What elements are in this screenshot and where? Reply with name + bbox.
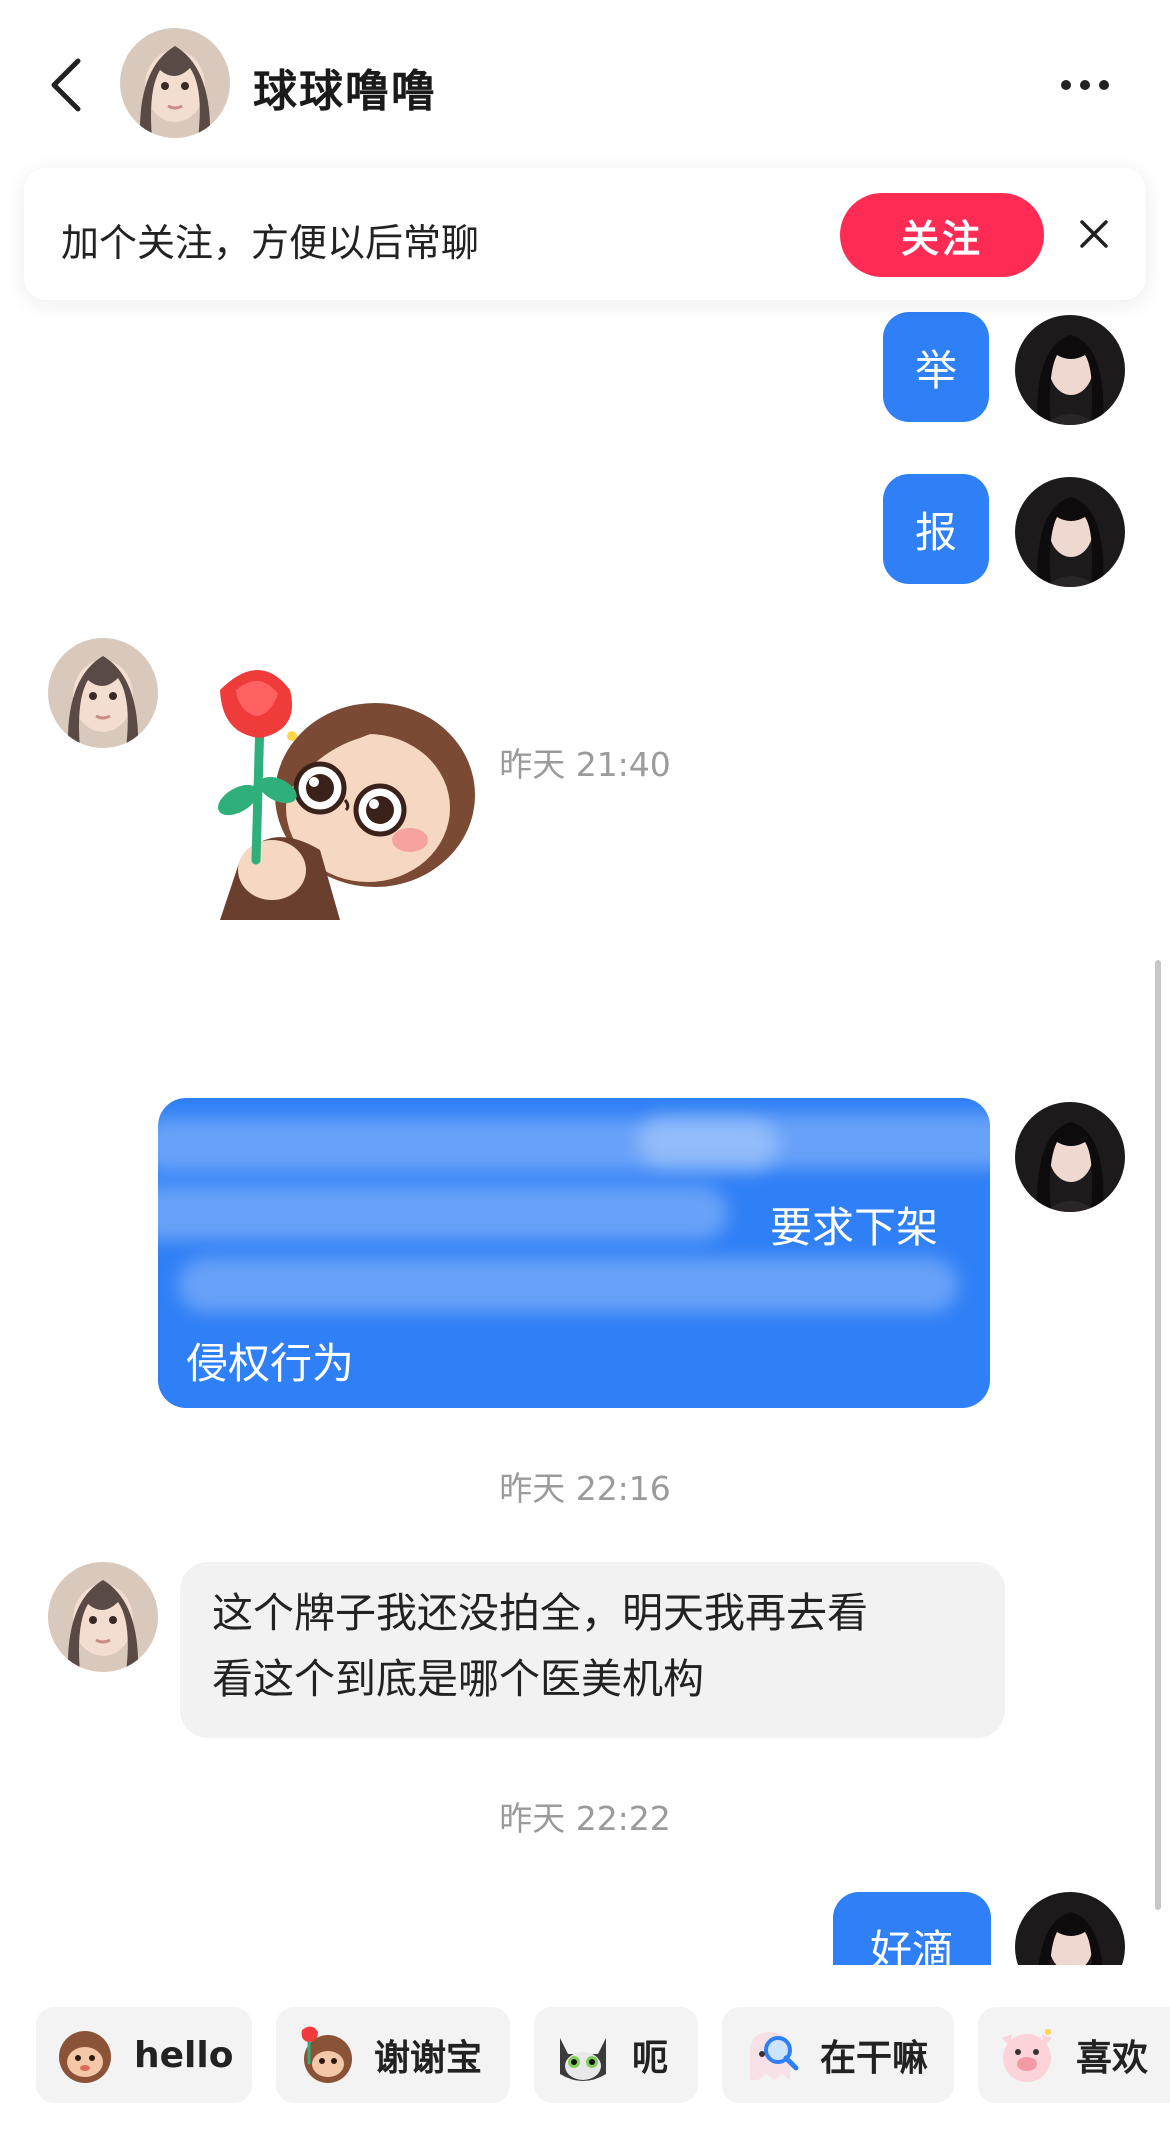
blurred-text (158, 1186, 728, 1240)
cat-icon (560, 2038, 606, 2081)
message-text: 好滴 (869, 1925, 954, 1966)
my-avatar[interactable] (1015, 477, 1125, 587)
more-dots-icon (1061, 80, 1109, 90)
message-text: 举 (914, 345, 957, 395)
close-banner-button[interactable] (1064, 204, 1124, 264)
quick-reply-bar: hello 谢谢宝 呃 在干嘛 喜欢 (0, 1965, 1170, 2139)
chip-label: hello (134, 2034, 234, 2076)
my-avatar[interactable] (1015, 1102, 1125, 1212)
quick-reply-chip[interactable]: 呃 (534, 2007, 698, 2103)
more-button[interactable] (1050, 60, 1120, 110)
quick-reply-chip[interactable]: 在干嘛 (722, 2007, 954, 2103)
message-text: 报 (914, 507, 957, 557)
follow-button[interactable]: 关注 (840, 193, 1044, 277)
message-list[interactable]: 举 报 昨天 21:40 要求下架 侵权行为 昨天 22:16 这个牌子我还没拍… (0, 300, 1170, 1965)
chip-label: 喜欢 (1076, 2038, 1149, 2079)
quick-reply-chip[interactable]: hello (36, 2007, 252, 2103)
scrollbar[interactable] (1155, 960, 1161, 1910)
rose-monkey-icon (301, 2026, 352, 2083)
magnifier-ghost-icon (750, 2032, 799, 2080)
contact-avatar[interactable] (48, 638, 158, 748)
message-text: 要求下架 (770, 1203, 939, 1252)
incoming-message[interactable]: 这个牌子我还没拍全，明天我再去看 看这个到底是哪个医美机构 (180, 1562, 1005, 1738)
message-text: 这个牌子我还没拍全，明天我再去看 (212, 1589, 868, 1637)
timestamp: 昨天 22:16 (499, 1469, 671, 1508)
monkey-icon (59, 2031, 111, 2083)
blurred-text (178, 1258, 958, 1312)
chevron-left-icon (51, 58, 81, 112)
my-avatar[interactable] (1015, 1892, 1125, 1965)
timestamp: 昨天 22:22 (499, 1799, 671, 1838)
follow-banner: 加个关注，方便以后常聊 关注 (24, 168, 1146, 300)
outgoing-message[interactable]: 好滴 (833, 1892, 991, 1965)
timestamp: 昨天 21:40 (499, 745, 671, 784)
rose-sticker[interactable] (200, 660, 490, 930)
contact-avatar[interactable] (120, 28, 230, 138)
outgoing-message[interactable]: 举 (883, 312, 989, 422)
quick-reply-chip[interactable]: 喜欢 (978, 2007, 1170, 2103)
back-button[interactable] (40, 50, 90, 120)
pig-icon (1002, 2029, 1052, 2082)
blurred-text (638, 1114, 990, 1168)
follow-prompt-text: 加个关注，方便以后常聊 (61, 221, 480, 265)
contact-avatar[interactable] (48, 1562, 158, 1672)
chip-label: 呃 (632, 2038, 669, 2079)
outgoing-message[interactable]: 要求下架 侵权行为 (158, 1098, 990, 1408)
chip-label: 在干嘛 (820, 2038, 929, 2079)
message-text: 看这个到底是哪个医美机构 (212, 1655, 704, 1703)
outgoing-message[interactable]: 报 (883, 474, 989, 584)
my-avatar[interactable] (1015, 315, 1125, 425)
chip-label: 谢谢宝 (374, 2038, 483, 2079)
message-text: 侵权行为 (186, 1339, 355, 1388)
quick-reply-chip[interactable]: 谢谢宝 (276, 2007, 510, 2103)
close-icon (1080, 220, 1108, 248)
contact-name: 球球噜噜 (253, 66, 437, 117)
chat-header: 球球噜噜 (0, 0, 1170, 165)
